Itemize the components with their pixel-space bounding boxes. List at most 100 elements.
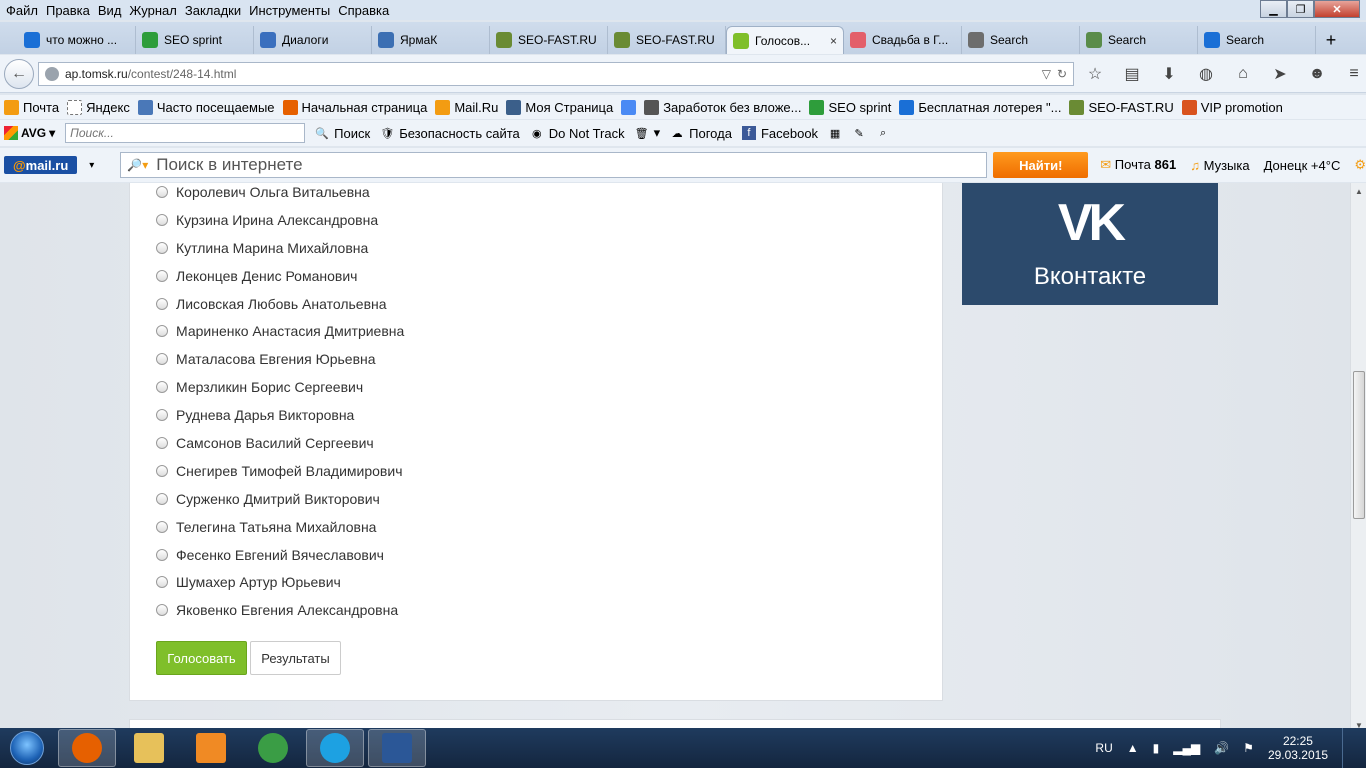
menu-item[interactable]: Файл	[2, 3, 42, 18]
minimize-button[interactable]: ▁	[1260, 0, 1287, 18]
bookmark-item[interactable]: Бесплатная лотерея "...	[899, 99, 1061, 115]
tray-expand-icon[interactable]: ▲	[1127, 741, 1139, 755]
avg-do-not-track[interactable]: ◉ Do Not Track	[530, 126, 625, 141]
browser-tab[interactable]: Свадьба в Г...	[844, 26, 962, 54]
bookmark-item[interactable]: Заработок без вложе...	[644, 99, 801, 115]
poll-option[interactable]: Королевич Ольга Витальевна	[156, 183, 404, 206]
poll-option[interactable]: Шумахер Артур Юрьевич	[156, 568, 404, 596]
avg-search-input[interactable]	[65, 123, 306, 143]
poll-option[interactable]: Леконцев Денис Романович	[156, 262, 404, 290]
chat-icon[interactable]: ☻	[1306, 63, 1328, 85]
page-scrollbar[interactable]: ▲ ▼	[1350, 183, 1366, 733]
poll-option[interactable]: Маталасова Евгения Юрьевна	[156, 345, 404, 373]
url-bar[interactable]: ap.tomsk.ru/contest/248-14.html ▽ ↻	[38, 61, 1074, 86]
menu-item[interactable]: Вид	[94, 3, 126, 18]
history-dropdown-icon[interactable]: ▽	[1042, 67, 1051, 81]
radio-button[interactable]	[156, 436, 168, 449]
avg-site-safety[interactable]: 🛡 Безопасность сайта	[380, 126, 520, 141]
radio-button[interactable]	[156, 185, 168, 198]
reload-icon[interactable]: ↻	[1057, 67, 1067, 81]
radio-button[interactable]	[156, 325, 168, 338]
mailru-music[interactable]: ♫ Музыка	[1190, 158, 1249, 173]
scroll-up-icon[interactable]: ▲	[1351, 183, 1366, 199]
show-desktop-button[interactable]	[1342, 728, 1356, 768]
menu-item[interactable]: Правка	[42, 3, 94, 18]
bookmark-item[interactable]: Почта	[4, 99, 59, 115]
poll-option[interactable]: Кутлина Марина Михайловна	[156, 234, 404, 262]
url-text[interactable]: ap.tomsk.ru/contest/248-14.html	[65, 67, 1036, 81]
radio-button[interactable]	[156, 241, 168, 254]
taskbar-app-chrome[interactable]	[244, 729, 302, 767]
clock[interactable]: 22:25 29.03.2015	[1268, 734, 1328, 762]
bookmark-item[interactable]: Яндекс	[67, 99, 130, 115]
avg-search-button[interactable]: 🔍 Поиск	[315, 126, 370, 141]
battery-icon[interactable]: ▮	[1153, 741, 1160, 755]
close-window-button[interactable]: ✕	[1314, 0, 1360, 18]
poll-option[interactable]: Самсонов Василий Сергеевич	[156, 429, 404, 457]
browser-tab[interactable]: Search	[1198, 26, 1316, 54]
radio-button[interactable]	[156, 269, 168, 282]
taskbar-app-firefox[interactable]	[58, 729, 116, 767]
radio-button[interactable]	[156, 297, 168, 310]
browser-tab[interactable]: SEO-FAST.RU	[608, 26, 726, 54]
browser-tab[interactable]: Голосов... ×	[726, 26, 844, 54]
browser-tab[interactable]: ЯрмаК	[372, 26, 490, 54]
bookmark-item[interactable]	[621, 99, 637, 115]
radio-button[interactable]	[156, 409, 168, 422]
radio-button[interactable]	[156, 464, 168, 477]
results-button[interactable]: Результаты	[250, 641, 341, 675]
chevron-down-icon[interactable]: ▾	[89, 160, 94, 171]
browser-tab[interactable]: SEO sprint	[136, 26, 254, 54]
bookmark-item[interactable]: SEO-FAST.RU	[1069, 99, 1174, 115]
radio-button[interactable]	[156, 353, 168, 366]
poll-option[interactable]: Снегирев Тимофей Владимирович	[156, 457, 404, 485]
send-icon[interactable]: ➤	[1269, 63, 1291, 85]
menu-item[interactable]: Справка	[334, 3, 393, 18]
downloads-icon[interactable]: ⬇	[1158, 63, 1180, 85]
bookmark-item[interactable]: Mail.Ru	[435, 99, 498, 115]
poll-option[interactable]: Руднева Дарья Викторовна	[156, 401, 404, 429]
poll-option[interactable]: Мерзликин Борис Сергеевич	[156, 373, 404, 401]
maximize-button[interactable]: ❐	[1287, 0, 1314, 18]
poll-option[interactable]: Лисовская Любовь Анатольевна	[156, 290, 404, 318]
mailru-weather[interactable]: Донецк +4°C	[1264, 158, 1341, 173]
bookmark-item[interactable]: Моя Страница	[506, 99, 613, 115]
avg-calculator[interactable]: ▦	[828, 126, 842, 140]
avg-notepad[interactable]: ✎	[852, 126, 866, 140]
home-icon[interactable]: ⌂	[1232, 63, 1254, 85]
taskbar-app-media-player[interactable]	[182, 729, 240, 767]
bookmark-item[interactable]: Начальная страница	[282, 99, 427, 115]
language-indicator[interactable]: RU	[1095, 741, 1112, 755]
taskbar-app-explorer[interactable]	[120, 729, 178, 767]
search-engine-icon[interactable]: 🔎▾	[127, 158, 148, 172]
avg-screenshot[interactable]: ⌕	[876, 126, 890, 140]
taskbar-app-skype[interactable]	[306, 729, 364, 767]
menu-icon[interactable]: ≡	[1343, 63, 1365, 85]
taskbar-app-word[interactable]	[368, 729, 426, 767]
poll-option[interactable]: Яковенко Евгения Александровна	[156, 596, 404, 624]
start-button[interactable]	[0, 728, 54, 768]
avg-trash[interactable]: 🗑 ▾	[635, 125, 661, 141]
volume-icon[interactable]: 🔊	[1214, 741, 1229, 755]
browser-tab[interactable]: Диалоги	[254, 26, 372, 54]
poll-option[interactable]: Мариненко Анастасия Дмитриевна	[156, 317, 404, 345]
chevron-down-icon[interactable]: ▾	[49, 126, 55, 140]
bookmark-star-icon[interactable]: ☆	[1084, 63, 1106, 85]
site-identity-icon[interactable]	[45, 66, 59, 81]
menu-item[interactable]: Закладки	[181, 3, 245, 18]
radio-button[interactable]	[156, 492, 168, 505]
poll-option[interactable]: Курзина Ирина Александровна	[156, 206, 404, 234]
vk-banner[interactable]: VK Вконтакте	[962, 183, 1218, 305]
avg-weather[interactable]: ☁ Погода	[670, 126, 732, 141]
scroll-thumb[interactable]	[1353, 371, 1365, 519]
radio-button[interactable]	[156, 520, 168, 533]
settings-gear-icon[interactable]: ⚙	[1354, 157, 1366, 173]
network-icon[interactable]: ▂▄▆	[1173, 741, 1200, 755]
find-button[interactable]: Найти!	[993, 152, 1089, 178]
radio-button[interactable]	[156, 548, 168, 561]
poll-option[interactable]: Сурженко Дмитрий Викторович	[156, 485, 404, 513]
radio-button[interactable]	[156, 604, 168, 617]
bookmark-item[interactable]: Часто посещаемые	[137, 99, 275, 115]
radio-button[interactable]	[156, 381, 168, 394]
globe-icon[interactable]: ◍	[1195, 63, 1217, 85]
